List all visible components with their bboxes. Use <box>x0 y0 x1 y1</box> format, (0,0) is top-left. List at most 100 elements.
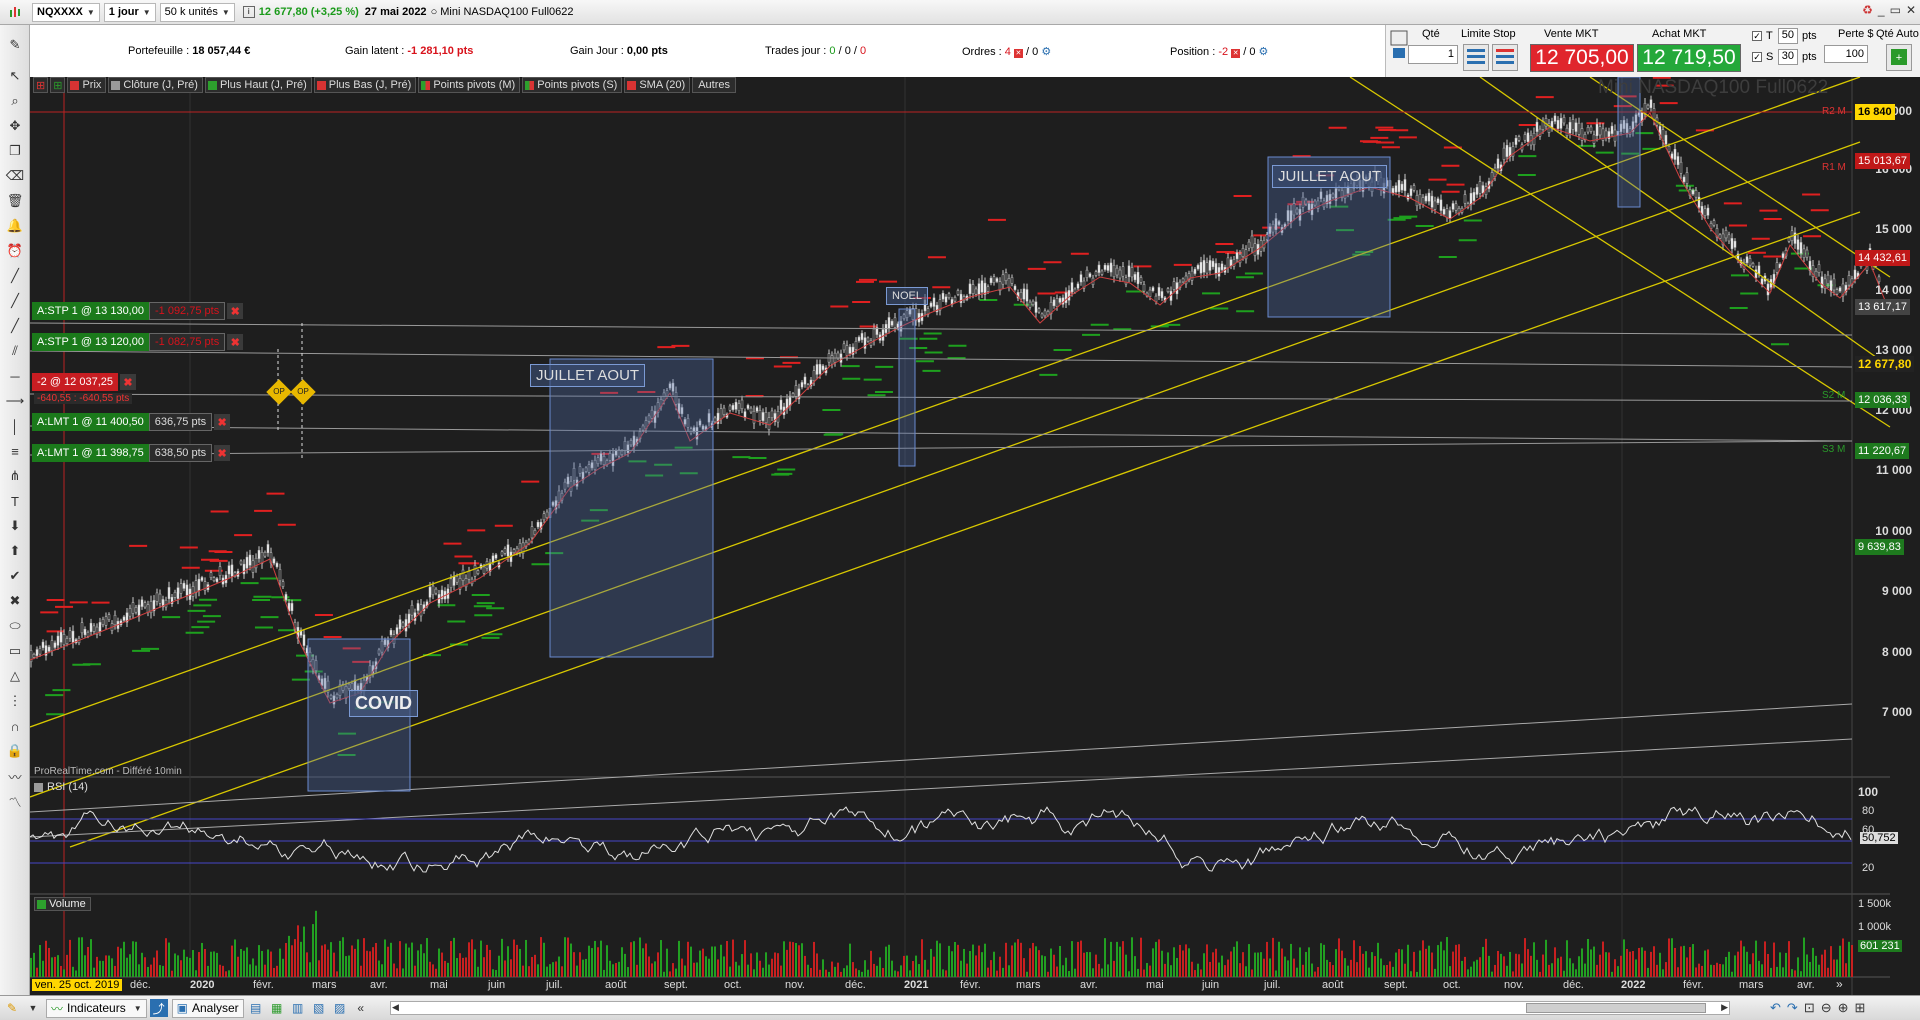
rsi-legend[interactable]: RSI (14) <box>34 781 88 793</box>
units-selector[interactable]: 50 k unités ▼ <box>159 2 235 22</box>
summer-2020-annotation[interactable]: JUILLET AOUT <box>530 364 646 387</box>
vertical-line-icon[interactable]: │ <box>5 416 25 436</box>
loss-input[interactable]: 100 <box>1824 45 1868 63</box>
magnet-icon[interactable]: ∩ <box>5 716 25 736</box>
alarm-icon[interactable]: ⏰ <box>5 241 25 261</box>
text-icon[interactable]: T <box>5 491 25 511</box>
trash-icon[interactable]: 🗑 <box>5 191 25 211</box>
christmas-annotation[interactable]: NOEL <box>886 287 928 305</box>
orders-close-icon[interactable]: ✕ <box>1013 49 1023 58</box>
rectangle-icon[interactable]: ▭ <box>5 641 25 661</box>
indicator-icon[interactable]: 〰 <box>5 766 25 786</box>
legend-item-others[interactable]: Autres <box>692 77 736 93</box>
pitchfork-icon[interactable]: ⋔ <box>5 466 25 486</box>
trendline-red-icon[interactable]: ╱ <box>5 316 25 336</box>
analyze-button[interactable]: ▣ Analyser <box>171 998 244 1018</box>
undo-icon[interactable]: ↶ <box>1770 1000 1781 1016</box>
legend-move-icon[interactable]: ⊞ <box>50 77 66 93</box>
target-input[interactable]: 50 <box>1778 28 1798 44</box>
order-tag-stop-2[interactable]: A:STP 1 @ 13 120,00 -1 082,75 pts ✖ <box>32 333 244 351</box>
zoom-out-icon[interactable]: ⊖ <box>1821 1000 1832 1016</box>
checkmark-icon[interactable]: ✔ <box>5 566 25 586</box>
legend-item-price[interactable]: Prix <box>67 77 107 93</box>
close-icon[interactable]: ✕ <box>1906 3 1916 17</box>
horizontal-ray-icon[interactable]: ⟶ <box>5 391 25 411</box>
pencil-dropdown-icon[interactable]: ▼ <box>24 999 42 1017</box>
auto-qty-button[interactable]: + <box>1886 44 1912 71</box>
arrow-up-green-icon[interactable]: ⬆ <box>5 541 25 561</box>
zoom-reset-icon[interactable]: ⊡ <box>1804 1000 1815 1016</box>
position-close-icon[interactable]: ✕ <box>1231 49 1241 58</box>
summer-2021-annotation[interactable]: JUILLET AOUT <box>1272 165 1388 188</box>
chart-type-icon[interactable] <box>4 3 28 22</box>
fit-icon[interactable]: ⊞ <box>1855 1000 1866 1016</box>
volume-legend[interactable]: Volume <box>34 897 91 911</box>
legend-item-pivots-weekly[interactable]: Points pivots (S) <box>522 77 623 93</box>
zoom-icon[interactable]: ⌕ <box>5 91 25 111</box>
screener-icon[interactable]: ▦ <box>268 999 286 1017</box>
position-info[interactable]: Position : -2 ✕ / 0 ⚙ <box>1170 45 1268 58</box>
limit-order-button[interactable] <box>1463 44 1489 71</box>
position-tag[interactable]: -2 @ 12 037,25 ✖ <box>32 373 136 391</box>
channel-icon[interactable]: ⫽ <box>5 341 25 361</box>
qty-input[interactable]: 1 <box>1408 45 1458 64</box>
instrument-selector[interactable]: NQXXXX ▼ <box>32 2 100 22</box>
order-tag-stop-1[interactable]: A:STP 1 @ 13 130,00 -1 092,75 pts ✖ <box>32 302 244 320</box>
orders-settings-icon[interactable]: ⚙ <box>1041 46 1051 58</box>
share-icon[interactable]: ⤴ <box>149 999 168 1017</box>
orders-info[interactable]: Ordres : 4 ✕ / 0 ⚙ <box>962 45 1051 58</box>
template-icon[interactable]: ▤ <box>247 999 265 1017</box>
cursor-icon[interactable]: ↖ <box>5 66 25 86</box>
scroll-right-arrow-icon[interactable]: ▶ <box>1721 1002 1728 1013</box>
scroll-left-fast-icon[interactable]: « <box>352 999 370 1017</box>
scroll-right-icon[interactable]: » <box>1836 977 1843 991</box>
pen-icon[interactable]: ✎ <box>5 35 25 55</box>
horizontal-scrollbar[interactable]: ◀ ▶ <box>390 1001 1730 1015</box>
scroll-left-icon[interactable]: ◀ <box>392 1002 399 1013</box>
copy-icon[interactable]: ❐ <box>5 141 25 161</box>
segment-icon[interactable]: ╱ <box>5 266 25 286</box>
legend-item-high[interactable]: Plus Haut (J, Pré) <box>204 77 312 93</box>
indicators-button[interactable]: 〰 Indicateurs ▼ <box>46 998 147 1018</box>
alert-bell-icon[interactable]: 🔔 <box>5 216 25 236</box>
legend-item-close[interactable]: Clôture (J, Pré) <box>108 77 203 93</box>
draw-pencil-icon[interactable]: ✎ <box>3 999 21 1017</box>
zoom-in-icon[interactable]: ⊕ <box>1838 1000 1849 1016</box>
arrow-down-red-icon[interactable]: ⬇ <box>5 516 25 536</box>
ellipse-icon[interactable]: ⬭ <box>5 616 25 636</box>
trendline-green-icon[interactable]: ╱ <box>5 291 25 311</box>
move-icon[interactable]: ✥ <box>5 116 25 136</box>
eraser-icon[interactable]: ⌫ <box>5 166 25 186</box>
order-tag-limit-2[interactable]: A:LMT 1 @ 11 398,75 638,50 pts ✖ <box>32 444 231 462</box>
buy-market-button[interactable]: 12 719,50 <box>1637 44 1741 72</box>
triangle-icon[interactable]: △ <box>5 666 25 686</box>
scrollbar-thumb[interactable] <box>1526 1003 1706 1013</box>
oscillator-icon[interactable]: 〽 <box>5 791 25 811</box>
chart-canvas[interactable] <box>30 77 1920 995</box>
legend-add-icon[interactable]: ⊞ <box>33 77 49 93</box>
grid-icon[interactable]: ⋮ <box>5 691 25 711</box>
cross-icon[interactable]: ✖ <box>5 591 25 611</box>
restore-icon[interactable]: ▭ <box>1890 3 1901 17</box>
legend-item-low[interactable]: Plus Bas (J, Pré) <box>313 77 417 93</box>
target-checkbox[interactable]: ✓ <box>1752 31 1762 41</box>
calculator-icon[interactable] <box>1390 30 1408 65</box>
close-position-icon[interactable]: ✖ <box>120 374 136 390</box>
price-chart[interactable] <box>30 77 1920 995</box>
minimize-icon[interactable]: _ <box>1878 3 1885 17</box>
redo-icon[interactable]: ↷ <box>1787 1000 1798 1016</box>
horizontal-line-icon[interactable]: ─ <box>5 366 25 386</box>
lock-icon[interactable]: 🔒 <box>5 741 25 761</box>
period-selector[interactable]: 1 jour ▼ <box>103 2 156 22</box>
backtest-icon[interactable]: ▧ <box>310 999 328 1017</box>
cancel-order-icon[interactable]: ✖ <box>227 303 244 319</box>
cancel-order-icon[interactable]: ✖ <box>227 334 244 350</box>
covid-annotation[interactable]: COVID <box>349 690 419 717</box>
cancel-order-icon[interactable]: ✖ <box>214 445 231 461</box>
stop-input[interactable]: 30 <box>1778 49 1798 65</box>
sell-market-button[interactable]: 12 705,00 <box>1530 44 1634 72</box>
legend-item-pivots-monthly[interactable]: Points pivots (M) <box>418 77 521 93</box>
stop-checkbox[interactable]: ✓ <box>1752 52 1762 62</box>
fibonacci-icon[interactable]: ≡ <box>5 441 25 461</box>
alerts-list-icon[interactable]: ▥ <box>289 999 307 1017</box>
